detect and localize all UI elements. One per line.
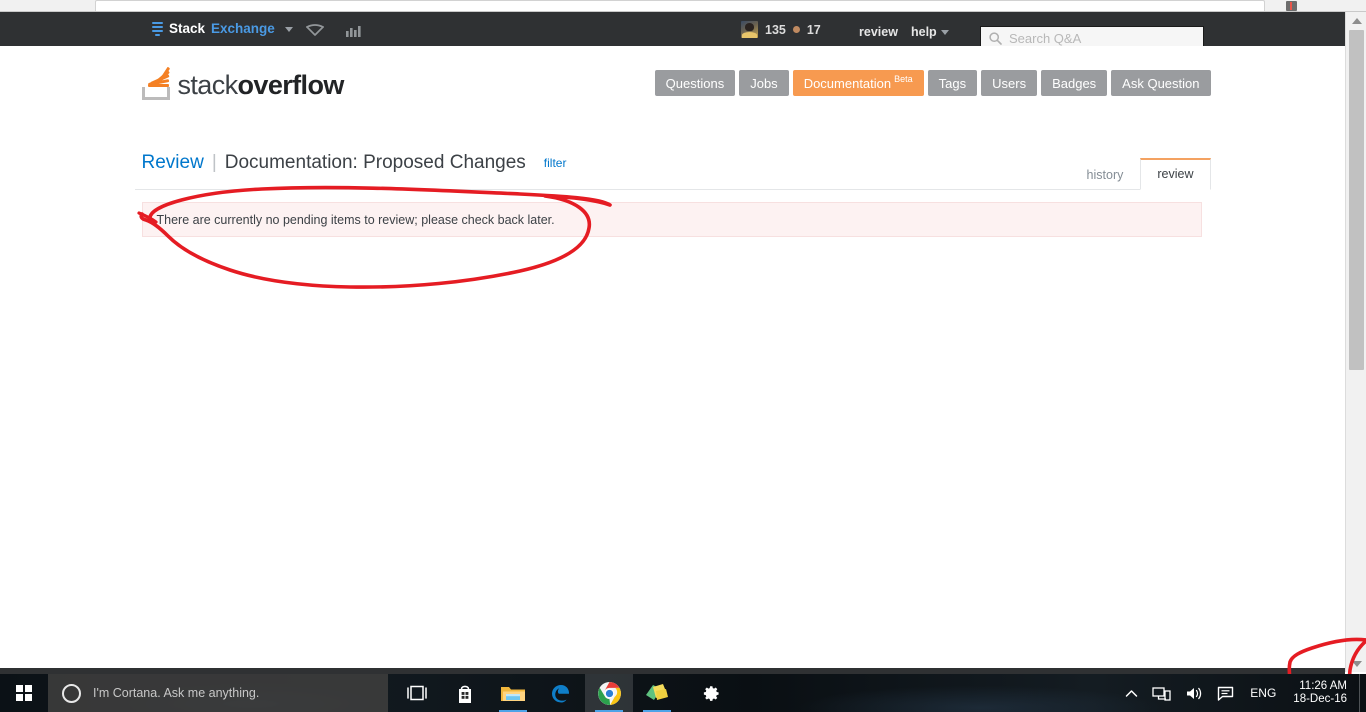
breadcrumb-separator: | <box>211 152 217 173</box>
network-icon[interactable] <box>1145 674 1178 712</box>
cortana-search-input[interactable]: I'm Cortana. Ask me anything. <box>48 674 388 712</box>
action-center-icon[interactable] <box>1210 674 1241 712</box>
stackexchange-logo-button[interactable]: Stack Exchange <box>152 21 293 37</box>
filter-link[interactable]: filter <box>544 156 567 170</box>
windows-taskbar: I'm Cortana. Ask me anything. ENG 11:26 … <box>0 674 1366 712</box>
clock-date: 18-Dec-16 <box>1293 693 1347 705</box>
empty-queue-notice-text: There are currently no pending items to … <box>156 212 555 227</box>
avatar <box>741 21 758 38</box>
user-profile-link[interactable]: 135 17 <box>741 21 821 38</box>
site-content: stackoverflow Questions Jobs Documentati… <box>0 46 1345 712</box>
search-icon <box>989 32 1002 45</box>
logo-text-overflow: overflow <box>237 70 345 100</box>
cortana-placeholder: I'm Cortana. Ask me anything. <box>93 686 260 700</box>
logo-text-stack: stack <box>177 70 239 100</box>
stackexchange-topbar: Stack Exchange 135 17 review help Search… <box>0 12 1345 51</box>
beta-badge: Beta <box>894 73 913 84</box>
microsoft-store-icon[interactable] <box>441 674 489 712</box>
topbar-review-link[interactable]: review <box>859 25 898 39</box>
system-tray: ENG 11:26 AM 18-Dec-16 <box>1118 674 1366 712</box>
settings-gear-icon[interactable] <box>686 674 734 712</box>
site-nav: Questions Jobs Documentation Beta Tags Us… <box>654 70 1211 96</box>
stackoverflow-mark-icon <box>141 64 172 100</box>
task-view-icon[interactable] <box>393 674 441 712</box>
show-desktop-button[interactable] <box>1359 674 1366 712</box>
windows-start-icon[interactable] <box>0 674 48 712</box>
inbox-icon[interactable] <box>305 24 325 43</box>
scroll-up-arrow-icon[interactable] <box>1346 12 1366 29</box>
nav-users[interactable]: Users <box>981 70 1038 96</box>
volume-icon[interactable] <box>1178 674 1210 712</box>
chevron-down-icon <box>941 30 949 35</box>
reputation-count: 135 <box>765 22 786 37</box>
search-placeholder: Search Q&A <box>1009 31 1082 46</box>
stackexchange-logo-stack: Stack <box>169 21 206 36</box>
achievements-icon[interactable] <box>345 24 362 43</box>
nav-documentation[interactable]: Documentation Beta <box>792 70 924 96</box>
file-explorer-icon[interactable] <box>489 674 537 712</box>
stackoverflow-logo[interactable]: stackoverflow <box>141 64 345 100</box>
breadcrumb: Review | Documentation: Proposed Changes… <box>142 152 567 174</box>
sticky-notes-icon[interactable] <box>633 674 681 712</box>
nav-jobs[interactable]: Jobs <box>739 70 789 96</box>
site-header: stackoverflow Questions Jobs Documentati… <box>135 46 1211 122</box>
review-tabs: history review <box>1070 158 1211 190</box>
page-title: Documentation: Proposed Changes <box>224 152 526 173</box>
clock-time: 11:26 AM <box>1299 680 1347 692</box>
nav-tags[interactable]: Tags <box>927 70 978 96</box>
bronze-badge-count: 17 <box>806 22 821 37</box>
language-indicator[interactable]: ENG <box>1241 686 1285 700</box>
screen: Stack Exchange 135 17 review help Search… <box>0 0 1366 712</box>
nav-ask-question[interactable]: Ask Question <box>1111 70 1211 96</box>
clock[interactable]: 11:26 AM 18-Dec-16 <box>1285 674 1359 712</box>
tab-history[interactable]: history <box>1070 160 1141 190</box>
browser-chrome-strip <box>0 0 1366 12</box>
scrollbar-thumb[interactable] <box>1349 30 1364 370</box>
stackexchange-logo-exchange: Exchange <box>211 21 275 36</box>
chevron-up-icon[interactable] <box>1118 674 1145 712</box>
review-header: Review | Documentation: Proposed Changes… <box>134 152 1211 190</box>
nav-badges[interactable]: Badges <box>1041 70 1108 96</box>
address-bar[interactable] <box>95 0 1265 11</box>
bronze-badge-icon <box>792 26 800 33</box>
page-scrollbar[interactable] <box>1345 12 1366 672</box>
stackexchange-stack-icon <box>152 21 163 37</box>
breadcrumb-review-link[interactable]: Review <box>142 152 204 174</box>
scroll-down-arrow-icon[interactable] <box>1346 655 1366 672</box>
nav-questions[interactable]: Questions <box>654 70 736 96</box>
tab-review[interactable]: review <box>1140 158 1211 190</box>
chevron-down-icon <box>284 26 293 32</box>
microsoft-edge-icon[interactable] <box>537 674 585 712</box>
empty-queue-notice: There are currently no pending items to … <box>141 202 1202 237</box>
topbar-help-link[interactable]: help <box>911 25 937 39</box>
google-chrome-icon[interactable] <box>585 674 633 712</box>
extension-icon[interactable] <box>1286 1 1297 11</box>
cortana-icon <box>62 683 81 703</box>
